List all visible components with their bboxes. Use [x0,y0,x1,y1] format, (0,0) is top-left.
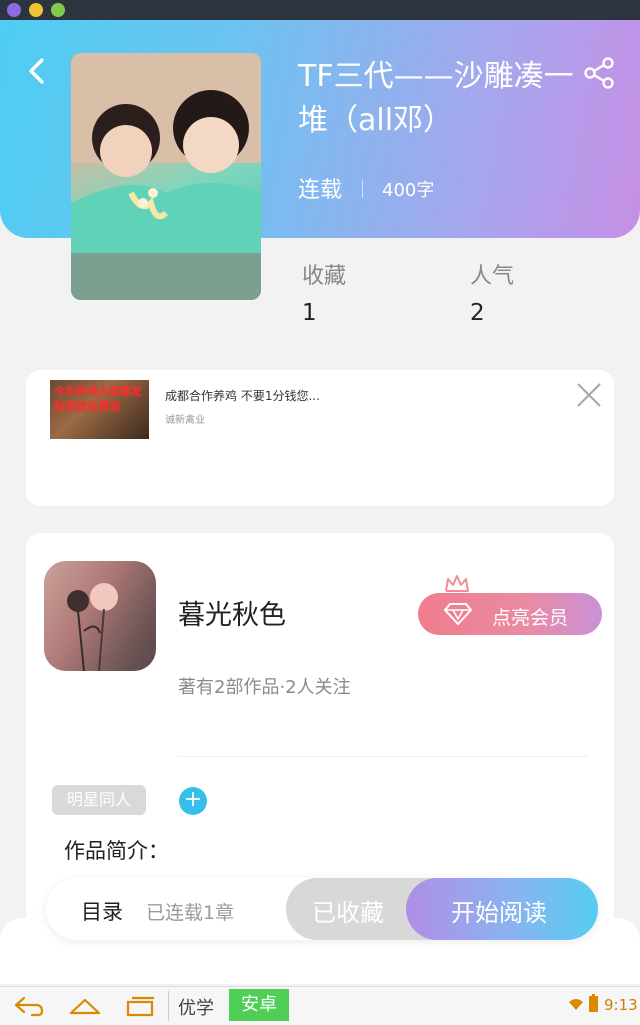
book-title: TF三代——沙雕凑一堆（all邓） [298,59,574,138]
app-icon [29,3,43,17]
author-name[interactable]: 暮光秋色 [178,593,286,632]
clock: 9:13 [604,996,638,1014]
app-icon [7,3,21,17]
author-avatar[interactable] [44,561,156,671]
ad-title[interactable]: 成都合作养鸡 不要1分钱您... [165,387,320,404]
back-icon[interactable] [22,56,52,86]
vip-button-label: 点亮会员 [492,607,569,629]
wifi-icon [569,999,583,1010]
favorites-label: 收藏 [302,264,347,289]
start-reading-label: 开始阅读 [451,899,547,927]
popularity-value: 2 [470,300,485,326]
ad-card[interactable]: 今年养鸡大家都发财那就免费领 成都合作养鸡 不要1分钱您... 诚新禽业 [26,370,614,506]
taskbar-app-youxue[interactable]: 优学 [178,994,214,1020]
divider [362,180,363,198]
app-icon [51,3,65,17]
ad-thumbnail-text: 今年养鸡大家都发财那就免费领 [54,385,142,413]
share-icon[interactable] [582,56,616,90]
add-tag-button[interactable]: + [179,787,207,815]
crown-icon [445,575,469,592]
collected-button-label: 已收藏 [312,899,384,927]
battery-icon [589,994,598,1012]
avatar-illustration [67,583,118,671]
nav-back-icon[interactable] [12,993,46,1019]
toc-status[interactable]: 已连载1章 [146,898,234,925]
start-reading-button[interactable]: 开始阅读 [406,878,598,940]
nav-home-icon[interactable] [68,993,102,1019]
book-cover[interactable] [71,53,261,300]
system-nav-bar: 优学 安卓 9:13 [0,986,640,1025]
diamond-icon [444,603,472,625]
ad-thumbnail[interactable]: 今年养鸡大家都发财那就免费领 [50,380,149,439]
nav-divider [168,991,169,1021]
system-status-bar [0,0,640,20]
popularity-label: 人气 [470,264,515,289]
word-count: 400字 [382,180,435,201]
toc-button[interactable]: 目录 [81,896,123,926]
serial-status: 连载 [298,178,343,203]
taskbar-app-android[interactable]: 安卓 [229,989,289,1021]
close-icon[interactable] [574,380,604,410]
intro-label: 作品简介： [64,839,169,863]
divider [178,756,588,757]
vip-button[interactable]: 点亮会员 [418,593,602,635]
action-bar: 目录 已连载1章 已收藏 开始阅读 [46,878,598,940]
cover-illustration [71,53,261,300]
category-tag[interactable]: 明星同人 [52,785,146,815]
author-meta: 著有2部作品·2人关注 [178,677,351,698]
favorites-value: 1 [302,300,317,326]
ad-source: 诚新禽业 [165,415,205,426]
nav-recent-icon[interactable] [124,993,158,1019]
